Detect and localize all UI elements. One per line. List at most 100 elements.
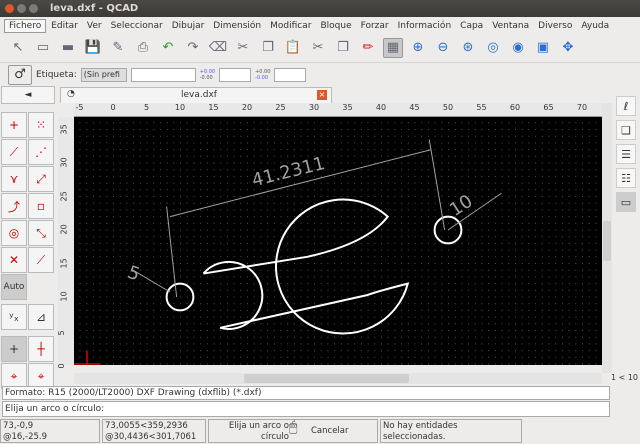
drawing-canvas[interactable]: 41.2311510 [74, 117, 602, 365]
layer-list-icon[interactable]: ℓ [616, 96, 636, 116]
horizontal-scrollbar[interactable]: 1 < 10 [74, 373, 638, 384]
trim-tool-icon[interactable]: ⟋ [28, 247, 54, 273]
y-tick: 10 [59, 291, 69, 302]
menu-9[interactable]: Información [394, 20, 456, 32]
zoom-redraw-icon[interactable]: ◉ [508, 38, 528, 58]
point-tool-icon[interactable]: + [1, 112, 27, 138]
x-tick: 25 [275, 103, 286, 112]
origin-marker [74, 351, 100, 365]
eraser-icon[interactable]: ⌫ [208, 38, 228, 58]
save-as-icon[interactable]: ✎ [108, 38, 128, 58]
modify-tool-icon[interactable]: ✕ [1, 247, 27, 273]
points-grid-icon[interactable]: ⁙ [28, 112, 54, 138]
horizontal-scroll-thumb[interactable] [244, 374, 409, 383]
extension-line [166, 206, 178, 298]
menu-2[interactable]: Ver [83, 20, 106, 32]
menu-8[interactable]: Forzar [357, 20, 393, 32]
circle-tool-icon[interactable]: ◎ [1, 220, 27, 246]
dimension-tool-icon[interactable]: ⤡ [28, 220, 54, 246]
menu-3[interactable]: Seleccionar [107, 20, 167, 32]
snap-auto-button[interactable]: Auto [1, 274, 27, 300]
y-tick: 5 [57, 329, 67, 335]
x-tick: 35 [342, 103, 353, 112]
menu-10[interactable]: Capa [456, 20, 487, 32]
menu-6[interactable]: Modificar [266, 20, 315, 32]
mouse-icon: 🖱 [289, 419, 298, 435]
cut-icon[interactable]: ✂ [233, 38, 253, 58]
property-icon[interactable]: ☷ [616, 168, 636, 188]
dock-toolbar: ℓ ❏ ☰ ☷ ▭ [612, 86, 640, 386]
tolerance-upper-input[interactable] [219, 67, 252, 82]
zoom-window-icon[interactable]: ▣ [533, 38, 553, 58]
paste-icon[interactable]: 📋 [283, 38, 303, 58]
back-button[interactable]: ◄ [1, 86, 55, 104]
close-window-icon[interactable] [5, 4, 14, 13]
mouse-right-prompt: Cancelar [311, 426, 349, 436]
menu-7[interactable]: Bloque [316, 20, 355, 32]
pointer-icon[interactable]: ↖ [8, 38, 28, 58]
tolerance-lower-input[interactable] [274, 67, 307, 82]
open-folder-icon[interactable]: ▬ [58, 38, 78, 58]
maximize-window-icon[interactable] [29, 4, 38, 13]
y-tick: 20 [59, 224, 69, 235]
tangent-tool-icon[interactable]: ⤢ [28, 166, 54, 192]
menu-11[interactable]: Ventana [488, 20, 533, 32]
x-tick: 55 [476, 103, 487, 112]
new-file-icon[interactable]: ▭ [33, 38, 53, 58]
prefix-select[interactable]: (Sin prefi [80, 67, 127, 82]
x-tick: 50 [442, 103, 454, 112]
command-line-icon[interactable]: ▭ [616, 192, 636, 212]
copy-icon[interactable]: ❐ [258, 38, 278, 58]
polar-coord: 73,0055<359,2936 [105, 421, 188, 431]
undo-icon[interactable]: ↶ [158, 38, 178, 58]
line-tool-icon[interactable]: ⟋ [1, 139, 27, 165]
snap-free-icon[interactable]: + [1, 336, 27, 362]
angle-tool-icon[interactable]: ⋎ [1, 166, 27, 192]
library-icon[interactable]: ☰ [616, 144, 636, 164]
print-icon[interactable]: ⎙ [133, 38, 153, 58]
cut-ref-icon[interactable]: ✂ [308, 38, 328, 58]
menu-5[interactable]: Dimensión [209, 20, 265, 32]
x-tick: 0 [110, 103, 116, 112]
lever-outline [202, 198, 410, 335]
snap-grid-icon[interactable]: ┼ [28, 336, 54, 362]
menu-1[interactable]: Editar [47, 20, 82, 32]
menu-12[interactable]: Diverso [534, 20, 576, 32]
grid-icon[interactable]: ▦ [383, 37, 403, 58]
format-select[interactable]: Formato: R15 (2000/LT2000) DXF Drawing (… [2, 386, 610, 400]
redo-icon[interactable]: ↷ [183, 38, 203, 58]
rectangle-tool-icon[interactable]: ▫ [28, 193, 54, 219]
spline-tool-icon[interactable]: ⋰ [28, 139, 54, 165]
zoom-auto-icon[interactable]: ⊛ [458, 38, 478, 58]
window-title: leva.dxf - QCAD [50, 3, 139, 14]
rel-coord: @16,-25.9 [3, 432, 48, 442]
zoom-out-icon[interactable]: ⊖ [433, 38, 453, 58]
angle-measure-icon[interactable]: ⊿ [28, 304, 54, 330]
menu-13[interactable]: Ayuda [577, 20, 613, 32]
label-input[interactable] [130, 67, 196, 82]
extension-line [428, 139, 446, 231]
save-icon[interactable]: 💾 [83, 38, 103, 58]
menu-4[interactable]: Dibujar [168, 20, 209, 32]
y-tick: 30 [59, 157, 69, 168]
x-tick: 60 [509, 103, 521, 112]
minimize-window-icon[interactable] [17, 4, 26, 13]
tab-leva-dxf[interactable]: ◔ leva.dxf × [60, 87, 332, 103]
command-line[interactable]: Elija un arco o círculo: [2, 401, 610, 417]
block-list-icon[interactable]: ❏ [616, 120, 636, 140]
vertical-scroll-thumb[interactable] [603, 221, 611, 261]
selection-status: No hay entidades [383, 421, 458, 431]
mouse-left-prompt: Elija un arco o círculo [228, 421, 289, 442]
close-tab-icon[interactable]: × [317, 90, 327, 100]
menu-0[interactable]: Fichero [4, 18, 47, 33]
copy-ref-icon[interactable]: ❐ [333, 38, 353, 58]
vertical-scrollbar[interactable] [602, 103, 612, 373]
pen-icon[interactable]: ✏ [358, 38, 378, 58]
zoom-previous-icon[interactable]: ◎ [483, 38, 503, 58]
arc-tool-icon[interactable]: ⤴ [1, 193, 27, 219]
zoom-in-icon[interactable]: ⊕ [408, 38, 428, 58]
dimension-radius-icon[interactable]: ♂ [8, 64, 32, 85]
zoom-pan-icon[interactable]: ✥ [558, 38, 578, 58]
x-tick: 30 [308, 103, 320, 112]
coordinate-tool-icon[interactable]: ʸₓ [1, 304, 27, 330]
